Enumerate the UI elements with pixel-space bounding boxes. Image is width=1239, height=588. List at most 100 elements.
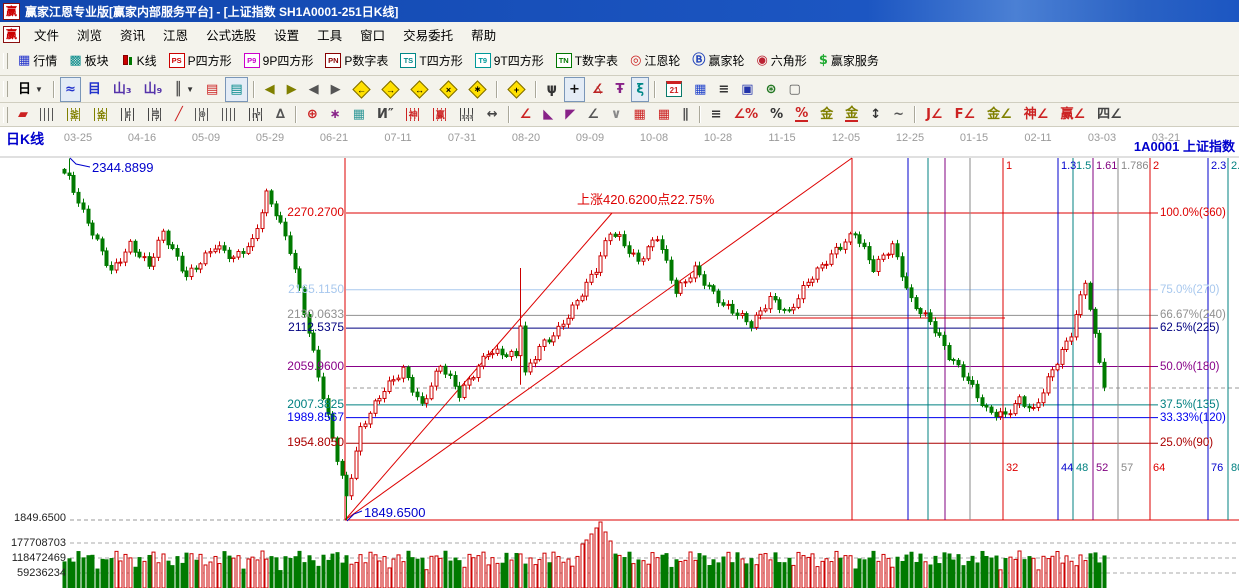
- pan-left-button[interactable]: ←: [348, 77, 375, 102]
- gann-wheel-button[interactable]: ◎江恩轮: [625, 48, 685, 73]
- gann-shape-tool-button[interactable]: Ŧ: [611, 77, 630, 102]
- angle-si-button[interactable]: 四∠: [1092, 102, 1127, 127]
- time-ratio-label: 1.3: [1061, 160, 1076, 173]
- crosshair-button[interactable]: +: [564, 77, 585, 102]
- expand-horizontal-button[interactable]: ↔: [406, 77, 433, 102]
- fan-box-2-button[interactable]: ◤: [560, 102, 580, 127]
- angle-j-button[interactable]: J∠: [921, 102, 948, 127]
- t-number-table-button[interactable]: TNT数字表: [551, 48, 623, 73]
- span-measure-button[interactable]: ↔: [482, 102, 503, 127]
- red-grid-button[interactable]: ▦: [628, 102, 650, 127]
- sector-blocks-button[interactable]: ▩板块: [64, 48, 113, 73]
- circle-cycle-button[interactable]: ⊕: [190, 102, 215, 127]
- n-square-cycle-button[interactable]: n²: [244, 102, 269, 127]
- percent-line-button[interactable]: %: [790, 102, 813, 127]
- menu-item-4[interactable]: 公式选股: [197, 23, 265, 46]
- menu-item-8[interactable]: 交易委托: [394, 23, 462, 46]
- date-tick-label: 03-21: [1144, 132, 1188, 145]
- percent-measure-button[interactable]: %: [765, 102, 788, 127]
- menu-item-6[interactable]: 工具: [308, 23, 351, 46]
- profile-histogram-button[interactable]: ▤: [225, 77, 247, 102]
- toolbar-separator: [253, 81, 255, 98]
- remote-service-button[interactable]: ▢: [783, 77, 805, 102]
- star-burst-cycle-button[interactable]: ∗: [325, 102, 346, 127]
- angle-f-button[interactable]: F∠: [950, 102, 981, 127]
- gold-circle-button[interactable]: 金: [815, 102, 838, 127]
- volume-bars-9-icon: 山₉: [144, 83, 163, 96]
- gold-level-button[interactable]: 金: [840, 102, 863, 127]
- measure-pencil-button[interactable]: ╱: [170, 102, 188, 127]
- jump-last-button[interactable]: ▶: [282, 77, 302, 102]
- red-grid-arrow-button[interactable]: ▦: [653, 102, 675, 127]
- online-update-button[interactable]: ⊛: [761, 77, 782, 102]
- smart-analysis-button[interactable]: ξ: [631, 77, 649, 102]
- volume-bars-3-button[interactable]: 山₃: [108, 77, 137, 102]
- page-left-button[interactable]: ◀: [304, 77, 324, 102]
- p-square-button[interactable]: PSP四方形: [164, 48, 237, 73]
- gann-time-grid-button[interactable]: [35, 102, 60, 127]
- percent-angle-button[interactable]: ∠%: [728, 102, 763, 127]
- volume-bars-9-button[interactable]: 山₉: [139, 77, 168, 102]
- menu-item-5[interactable]: 设置: [265, 23, 308, 46]
- updown-pencil-button[interactable]: ↕: [865, 102, 886, 127]
- calendar-button[interactable]: 21: [661, 77, 687, 102]
- p-number-table-button[interactable]: PNP数字表: [320, 48, 393, 73]
- target-crosshair-button[interactable]: ⊕: [302, 102, 323, 127]
- menu-item-1[interactable]: 浏览: [68, 23, 111, 46]
- wave-channel-button[interactable]: ~: [888, 102, 909, 127]
- kline-chart-button[interactable]: K线: [116, 48, 162, 73]
- parallel-lines-button[interactable]: ∥: [677, 102, 694, 127]
- pan-right-button[interactable]: →: [377, 77, 404, 102]
- menu-item-9[interactable]: 帮助: [462, 23, 505, 46]
- fit-view-icon: +: [507, 80, 525, 98]
- info-panel-button[interactable]: 目: [83, 77, 106, 102]
- fan-rays-button[interactable]: ∠: [515, 102, 537, 127]
- angle-measure-button[interactable]: ∡: [587, 77, 609, 102]
- compress-view-button[interactable]: ×: [435, 77, 462, 102]
- gann-grid-spiral-button[interactable]: 弓: [143, 102, 168, 127]
- double-tick-button[interactable]: И″: [372, 102, 399, 127]
- 9t-square-button[interactable]: T99T四方形: [470, 48, 549, 73]
- zigzag-line-mode-button[interactable]: ≈: [60, 77, 81, 102]
- market-quotes-button[interactable]: ▦行情: [13, 48, 62, 73]
- valley-lines-button[interactable]: ∨: [606, 102, 627, 127]
- menu-item-0[interactable]: 文件: [25, 23, 68, 46]
- angle-pair-button[interactable]: ∠: [582, 102, 604, 127]
- angle-shen-button[interactable]: 神∠: [1019, 102, 1054, 127]
- candle-style-selector-button[interactable]: ║▼: [169, 77, 199, 102]
- ying-grid-button[interactable]: 赢: [428, 102, 453, 127]
- fan-box-button[interactable]: ◣: [538, 102, 558, 127]
- winner-wheel-button[interactable]: Ⓑ赢家轮: [687, 48, 749, 73]
- 9p-square-button[interactable]: P99P四方形: [239, 48, 319, 73]
- angle-gold-button[interactable]: 金∠: [982, 102, 1017, 127]
- hexagon-button[interactable]: ◉六角形: [751, 48, 811, 73]
- tick-ruler-button[interactable]: [217, 102, 242, 127]
- web-grid-cycle-button[interactable]: ▦: [348, 102, 370, 127]
- chip-distribution-button[interactable]: ▤: [201, 77, 223, 102]
- menu-item-7[interactable]: 窗口: [351, 23, 394, 46]
- angle-ying-button[interactable]: 赢∠: [1055, 102, 1090, 127]
- period-day-selector-button[interactable]: 日▼: [13, 77, 48, 102]
- gann-grid-fu-button[interactable]: 釜: [62, 102, 87, 127]
- price-ladder-button[interactable]: ≡: [706, 102, 727, 127]
- t-square-button[interactable]: TST四方形: [395, 48, 467, 73]
- menu-item-3[interactable]: 江恩: [154, 23, 197, 46]
- winner-service-button[interactable]: $赢家服务: [814, 48, 884, 73]
- calculator-button[interactable]: ▦: [689, 77, 711, 102]
- pct-level-label: 25.0%(90): [1160, 437, 1213, 450]
- hand-drag-button[interactable]: ψ: [542, 77, 562, 102]
- shen-grid-button[interactable]: 神: [401, 102, 426, 127]
- number-ruler-button[interactable]: ₁₂₃: [455, 102, 480, 127]
- gann-grid-f-button[interactable]: F: [116, 102, 141, 127]
- gann-grid-gold-button[interactable]: 金: [89, 102, 114, 127]
- menu-item-2[interactable]: 资讯: [111, 23, 154, 46]
- mirror-fold-button[interactable]: ∆: [271, 102, 290, 127]
- toolbar-grip: [3, 53, 8, 69]
- save-layout-button[interactable]: ▣: [736, 77, 758, 102]
- memo-notes-button[interactable]: ≡: [713, 77, 734, 102]
- jump-first-button[interactable]: ◀: [260, 77, 280, 102]
- marker-brush-button[interactable]: ▰: [13, 102, 33, 127]
- fit-view-button[interactable]: +: [503, 77, 530, 102]
- page-right-button[interactable]: ▶: [326, 77, 346, 102]
- expand-view-button[interactable]: ∗: [464, 77, 491, 102]
